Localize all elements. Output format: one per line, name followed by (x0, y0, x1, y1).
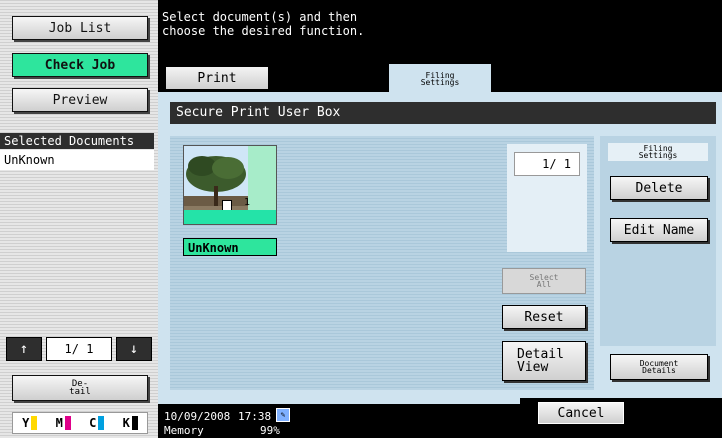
delete-button[interactable]: Delete (610, 176, 708, 200)
cancel-button[interactable]: Cancel (538, 402, 624, 424)
detail-view-button[interactable]: Detail View (502, 341, 586, 381)
thumbnail-strip (184, 210, 276, 224)
memory-value: 99% (260, 424, 280, 437)
selected-document-item[interactable]: UnKnown (0, 150, 154, 170)
job-list-button[interactable]: Job List (12, 16, 148, 40)
box-title: Secure Print User Box (170, 102, 716, 124)
reset-button[interactable]: Reset (502, 305, 586, 329)
selected-pager: ↑ 1/ 1 ↓ (6, 337, 152, 361)
arrow-up-icon[interactable]: ↑ (6, 337, 42, 361)
status-bar: 10/09/2008 17:38 ✎ Memory 99% (158, 404, 520, 438)
filing-settings-header: Filing Settings (608, 143, 708, 161)
status-date: 10/09/2008 (164, 410, 231, 423)
screen: Job List Check Job Preview Selected Docu… (0, 0, 722, 438)
arrow-down-icon[interactable]: ↓ (116, 337, 152, 361)
network-status-icon: ✎ (276, 408, 290, 422)
document-details-button[interactable]: Document Details (610, 354, 708, 380)
selected-documents-title: Selected Documents (0, 133, 154, 149)
left-panel: Job List Check Job Preview Selected Docu… (0, 0, 158, 438)
toner-yellow: Y (22, 416, 38, 431)
memory-label: Memory (164, 424, 204, 437)
toner-cyan-bar (98, 416, 105, 431)
tab-print[interactable]: Print (165, 66, 269, 90)
preview-button[interactable]: Preview (12, 88, 148, 112)
document-name[interactable]: UnKnown (183, 238, 277, 256)
status-time: 17:38 (238, 410, 272, 423)
select-all-button[interactable]: Select All (502, 268, 586, 294)
toner-magenta: M (56, 416, 71, 431)
copies-count: 1 (243, 197, 250, 208)
page-counter: 1/ 1 (514, 152, 580, 176)
detail-button[interactable]: De- tail (12, 375, 148, 401)
toner-cyan: C (89, 416, 105, 431)
toner-magenta-bar (64, 416, 71, 431)
instruction-message: Select document(s) and then choose the d… (158, 0, 722, 60)
tab-filing-settings[interactable]: Filing Settings (388, 63, 492, 94)
check-job-button[interactable]: Check Job (12, 53, 148, 77)
edit-name-button[interactable]: Edit Name (610, 218, 708, 242)
document-thumbnail[interactable]: 1 (183, 145, 277, 225)
toner-yellow-bar (31, 416, 38, 431)
pager-value: 1/ 1 (46, 337, 112, 361)
toner-indicator: Y M C K (12, 412, 148, 434)
toner-black: K (123, 416, 138, 431)
toner-black-bar (131, 416, 138, 431)
